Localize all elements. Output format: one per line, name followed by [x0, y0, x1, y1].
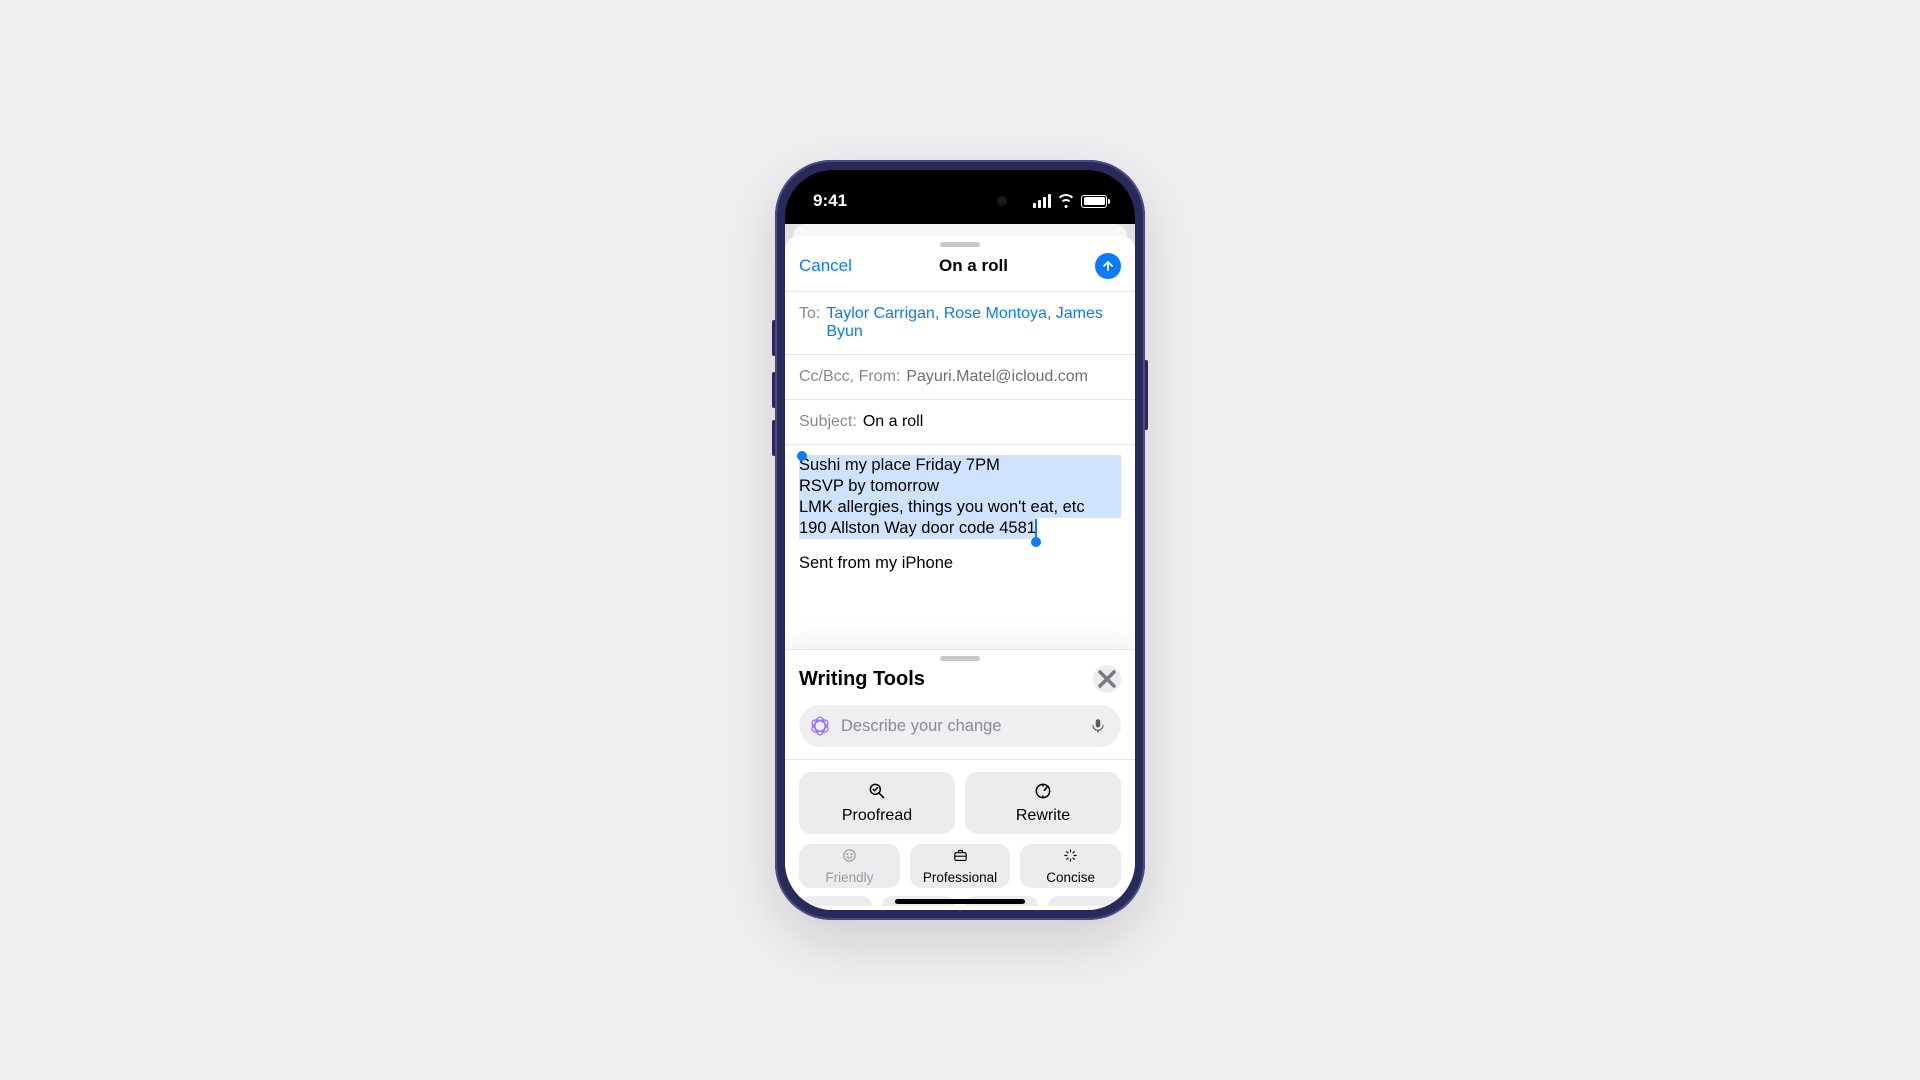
to-field[interactable]: To: Taylor Carrigan, Rose Montoya, James… — [785, 291, 1135, 354]
tools-title: Writing Tools — [799, 668, 925, 691]
signature: Sent from my iPhone — [799, 553, 1121, 574]
ccbcc-from-label: Cc/Bcc, From: — [799, 368, 900, 386]
body-line-3: LMK allergies, things you won't eat, etc — [799, 497, 1121, 518]
proofread-button[interactable]: Proofread — [799, 772, 955, 834]
subject-field[interactable]: Subject: On a roll — [785, 399, 1135, 444]
friendly-icon — [841, 847, 858, 864]
tools-chip-grid: Proofread Rewrite Friendly — [785, 760, 1135, 896]
compose-title: On a roll — [939, 256, 1008, 276]
wifi-icon — [1057, 194, 1075, 208]
proofread-icon — [867, 781, 887, 801]
writing-tools-panel: Writing Tools — [785, 649, 1135, 910]
status-time: 9:41 — [813, 191, 847, 211]
selection-handle-start[interactable] — [797, 451, 807, 461]
subject-value: On a roll — [863, 413, 923, 431]
peek-chip-4[interactable] — [1048, 896, 1121, 906]
send-button[interactable] — [1095, 253, 1121, 279]
phone-screen: 9:41 Cancel On a roll — [785, 170, 1135, 910]
selection-handle-end[interactable] — [1035, 519, 1037, 539]
sheet-backdrop: Cancel On a roll To: Taylor Carrigan, Ro… — [785, 224, 1135, 910]
phone-frame: 9:41 Cancel On a roll — [775, 160, 1145, 920]
from-value: Payuri.Matel@icloud.com — [906, 368, 1088, 386]
dynamic-island — [905, 184, 1015, 218]
body-line-1: Sushi my place Friday 7PM — [799, 455, 1121, 476]
home-indicator[interactable] — [895, 899, 1025, 904]
compose-body[interactable]: Sushi my place Friday 7PM RSVP by tomorr… — [785, 444, 1135, 649]
apple-intelligence-icon — [809, 715, 831, 737]
concise-icon — [1062, 847, 1079, 864]
arrow-up-icon — [1101, 259, 1115, 273]
friendly-label: Friendly — [825, 870, 873, 885]
body-line-2: RSVP by tomorrow — [799, 476, 1121, 497]
to-label: To: — [799, 305, 820, 323]
tools-grabber[interactable] — [940, 656, 980, 661]
professional-label: Professional — [923, 870, 997, 885]
compose-sheet: Cancel On a roll To: Taylor Carrigan, Ro… — [785, 236, 1135, 910]
concise-button[interactable]: Concise — [1020, 844, 1121, 888]
to-recipients[interactable]: Taylor Carrigan, Rose Montoya, James Byu… — [826, 305, 1121, 341]
battery-icon — [1081, 195, 1107, 208]
sheet-grabber[interactable] — [940, 242, 980, 247]
compose-header: Cancel On a roll — [785, 251, 1135, 291]
tools-header: Writing Tools — [785, 663, 1135, 701]
rewrite-button[interactable]: Rewrite — [965, 772, 1121, 834]
subject-label: Subject: — [799, 413, 857, 431]
rewrite-label: Rewrite — [1016, 807, 1070, 825]
describe-change-input[interactable]: Describe your change — [799, 705, 1121, 747]
microphone-icon[interactable] — [1089, 717, 1107, 735]
close-icon — [1093, 665, 1121, 693]
describe-placeholder: Describe your change — [841, 717, 1079, 736]
body-line-4-text: 190 Allston Way door code 4581 — [799, 519, 1036, 537]
body-line-4: 190 Allston Way door code 4581 — [799, 518, 1037, 539]
ccbcc-from-field[interactable]: Cc/Bcc, From: Payuri.Matel@icloud.com — [785, 354, 1135, 399]
professional-button[interactable]: Professional — [910, 844, 1011, 888]
peek-chip-1[interactable] — [799, 896, 872, 906]
proofread-label: Proofread — [842, 807, 912, 825]
close-button[interactable] — [1093, 665, 1121, 693]
friendly-button[interactable]: Friendly — [799, 844, 900, 888]
rewrite-icon — [1033, 781, 1053, 801]
concise-label: Concise — [1046, 870, 1095, 885]
status-right-icons — [1033, 194, 1107, 208]
briefcase-icon — [952, 847, 969, 864]
cancel-button[interactable]: Cancel — [799, 256, 852, 276]
cellular-signal-icon — [1033, 194, 1051, 208]
